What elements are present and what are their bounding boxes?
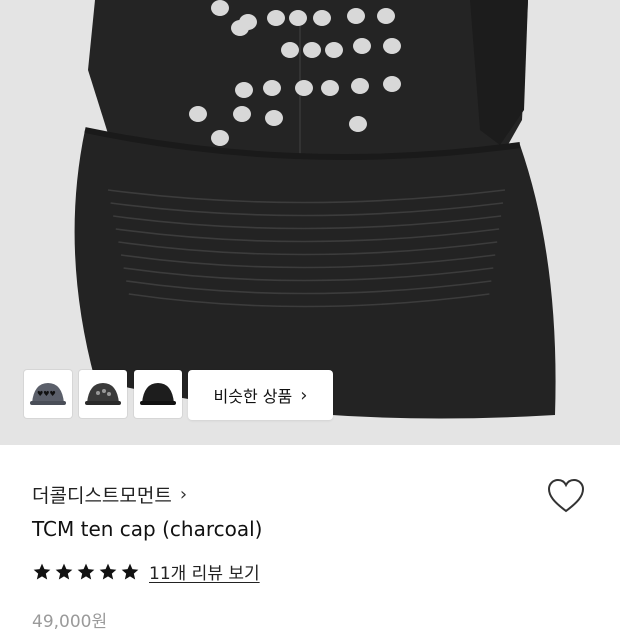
star-rating <box>32 562 140 582</box>
thumbnail-black-cap[interactable] <box>134 370 182 418</box>
star-icon <box>33 563 51 579</box>
thumbnail-gray-cap[interactable]: ♥♥♥ <box>24 370 72 418</box>
review-link[interactable]: 11개 리뷰 보기 <box>149 559 260 584</box>
rating-row: 11개 리뷰 보기 <box>32 559 260 584</box>
similar-products-button[interactable]: 비슷한 상품 › <box>188 370 333 420</box>
product-info: 더콜디스트모먼트 › TCM ten cap (charcoal) 11개 리뷰… <box>0 445 620 632</box>
cap-thumbnail-dark-stones <box>85 383 121 405</box>
product-name: TCM ten cap (charcoal) <box>32 517 263 541</box>
cap-thumbnail-black <box>140 383 176 405</box>
similar-products-label: 비슷한 상품 <box>213 387 293 406</box>
svg-text:♥♥♥: ♥♥♥ <box>37 390 56 398</box>
brand-link[interactable]: 더콜디스트모먼트 › <box>32 481 187 508</box>
product-image-area[interactable]: ♥♥♥ 비슷한 상품 › <box>0 0 620 445</box>
star-icon <box>99 563 117 579</box>
heart-outline-icon[interactable] <box>546 477 586 515</box>
chevron-right-icon: › <box>300 384 308 406</box>
cap-thumbnail-gray-hearts: ♥♥♥ <box>30 383 66 405</box>
brand-name: 더콜디스트모먼트 <box>32 485 172 507</box>
star-icon <box>55 563 73 579</box>
chevron-right-icon: › <box>179 484 188 505</box>
thumbnail-dark-cap[interactable] <box>79 370 127 418</box>
star-icon <box>77 563 95 579</box>
star-icon <box>121 563 139 579</box>
